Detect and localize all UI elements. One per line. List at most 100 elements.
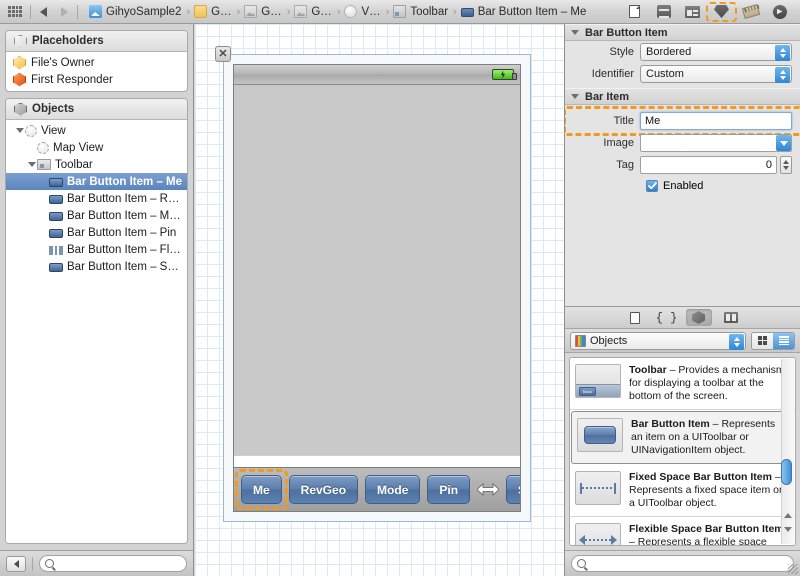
disclosure-triangle-icon[interactable] [14, 128, 25, 133]
breadcrumb-item-project[interactable]: GihyoSample2 [89, 5, 182, 18]
image-input[interactable] [645, 137, 791, 149]
identifier-popup[interactable]: Custom [640, 65, 792, 83]
tree-item-bar-button-m[interactable]: Bar Button Item – M… [6, 207, 187, 224]
tree-item-bar-button-me[interactable]: Bar Button Item – Me [6, 173, 187, 190]
tag-stepper[interactable] [780, 156, 792, 174]
device-preview[interactable]: ✕ Me RevGeo Mode Pin [215, 46, 531, 522]
placeholder-file-owner[interactable]: File's Owner [6, 54, 187, 71]
breadcrumb-item-file-2[interactable]: G… [294, 5, 332, 18]
tag-field[interactable]: 0 [640, 156, 777, 174]
filter-arrow-icon[interactable] [6, 555, 26, 572]
back-arrow-icon[interactable] [40, 6, 47, 17]
library-item-toolbar[interactable]: Back Toolbar – Provides a mechanism for … [570, 358, 795, 410]
identity-inspector-tab[interactable] [679, 3, 706, 21]
library-category-popup[interactable]: Objects [570, 331, 746, 350]
library-item-desc: Represents a flexible space item on a UI… [637, 536, 767, 546]
list-view-toggle[interactable] [773, 332, 794, 349]
interface-builder-canvas[interactable]: ✕ Me RevGeo Mode Pin [195, 24, 564, 576]
thumb-fixed-shape [580, 482, 616, 494]
chevron-down-icon[interactable] [776, 135, 791, 151]
breadcrumb-item-view[interactable]: V… [344, 5, 381, 18]
sidebar-search-field[interactable] [39, 555, 187, 572]
disclosure-triangle-icon[interactable] [26, 162, 37, 167]
object-library-tab[interactable] [685, 309, 712, 326]
grid-view-toggle[interactable] [752, 332, 773, 349]
map-view[interactable] [234, 85, 520, 455]
tree-item-map-view[interactable]: Map View [6, 139, 187, 156]
tree-item-bar-button-flex[interactable]: Bar Button Item – Fl… [6, 241, 187, 258]
toolbar-button-revgeo[interactable]: RevGeo [288, 475, 359, 504]
library-item-fixed-space[interactable]: Fixed Space Bar Button Item – Represents… [570, 465, 795, 517]
quick-help-inspector-tab[interactable] [650, 3, 677, 21]
breadcrumb-separator: › [453, 5, 457, 18]
chevron-updown-icon[interactable] [775, 67, 790, 83]
tree-item-view[interactable]: View [6, 122, 187, 139]
scroll-up-icon[interactable] [784, 513, 792, 518]
ui-toolbar[interactable]: Me RevGeo Mode Pin Share [234, 467, 520, 511]
size-inspector-tab[interactable] [737, 3, 764, 21]
library-search-field[interactable] [571, 555, 794, 572]
tree-item-label: Bar Button Item – S… [67, 260, 179, 273]
image-combo[interactable] [640, 134, 792, 152]
connections-inspector-tab[interactable] [766, 3, 793, 21]
tree-item-bar-button-r[interactable]: Bar Button Item – R… [6, 190, 187, 207]
breadcrumb-item-toolbar[interactable]: Toolbar [393, 5, 449, 18]
toolbar-button-me[interactable]: Me [241, 475, 282, 504]
tree-item-bar-button-share[interactable]: Bar Button Item – S… [6, 258, 187, 275]
toolbar-flexible-space[interactable] [477, 482, 500, 498]
placeholder-first-responder[interactable]: First Responder [6, 71, 187, 88]
section-header-bar-item[interactable]: Bar Item [565, 88, 800, 105]
library-scrollbar[interactable] [781, 359, 794, 544]
chevron-updown-icon[interactable] [775, 45, 790, 61]
view-icon [37, 141, 49, 154]
bar-right [614, 482, 616, 494]
attributes-inspector-tab[interactable] [706, 1, 737, 22]
library-item-desc: Represents a fixed space item on a UIToo… [629, 484, 785, 509]
identity-card-icon [685, 5, 700, 18]
breadcrumb-item-file-1[interactable]: G… [244, 5, 282, 18]
close-icon[interactable]: ✕ [215, 46, 231, 62]
file-template-library-tab[interactable] [622, 309, 648, 326]
file-inspector-tab[interactable] [621, 3, 648, 21]
toolbar-button-share[interactable]: Share [506, 475, 520, 504]
library-item-text: Bar Button Item – Represents an item on … [631, 418, 787, 457]
disclosure-triangle-icon[interactable] [571, 30, 579, 35]
resize-grip[interactable] [788, 564, 798, 574]
search-icon [45, 559, 54, 568]
breadcrumb-item-bar-button[interactable]: Bar Button Item – Me [460, 6, 588, 18]
scrollbar-thumb[interactable] [781, 459, 792, 485]
content-strip [234, 455, 520, 467]
library-item-flexible-space[interactable]: Flexible Space Bar Button Item – Represe… [570, 517, 795, 546]
toolbar-button-mode[interactable]: Mode [365, 475, 421, 504]
disclosure-triangle-icon[interactable] [571, 94, 579, 99]
sidebar-search-input[interactable] [58, 557, 186, 570]
library-item-list[interactable]: Back Toolbar – Provides a mechanism for … [569, 357, 796, 546]
forward-arrow-icon[interactable] [61, 6, 68, 17]
breadcrumb-label: G… [311, 5, 332, 18]
library-search-input[interactable] [590, 557, 793, 570]
enabled-checkbox[interactable] [646, 180, 658, 192]
library-item-dash: – [771, 471, 781, 483]
style-popup[interactable]: Bordered [640, 43, 792, 61]
tree-item-toolbar[interactable]: Toolbar [6, 156, 187, 173]
title-input[interactable] [645, 115, 791, 127]
chevron-updown-icon[interactable] [729, 333, 744, 350]
breadcrumb-item-folder[interactable]: G… [194, 5, 232, 18]
title-field[interactable] [640, 112, 792, 130]
section-title: Bar Item [585, 90, 630, 103]
placeholders-header[interactable]: Placeholders [6, 31, 187, 52]
fixed-space-thumb-icon [575, 471, 621, 505]
objects-header[interactable]: Objects [6, 99, 187, 120]
media-library-tab[interactable] [718, 309, 744, 326]
search-icon [577, 559, 586, 568]
title-label: Title [613, 115, 634, 127]
library-item-bar-button-item[interactable]: Bar Button Item – Represents an item on … [571, 411, 794, 464]
tree-item-bar-button-pin[interactable]: Bar Button Item – Pin [6, 224, 187, 241]
scroll-down-icon[interactable] [784, 527, 792, 532]
code-snippet-library-tab[interactable]: { } [654, 309, 680, 326]
section-header-bar-button-item[interactable]: Bar Button Item [565, 24, 800, 41]
attributes-inspector-panel: Bar Button Item Style Bordered Identifie… [564, 24, 800, 306]
objects-tree: View Map View Toolbar Bar Button Item – … [6, 120, 187, 543]
grid-view-icon[interactable] [7, 5, 23, 19]
toolbar-button-pin[interactable]: Pin [427, 475, 471, 504]
